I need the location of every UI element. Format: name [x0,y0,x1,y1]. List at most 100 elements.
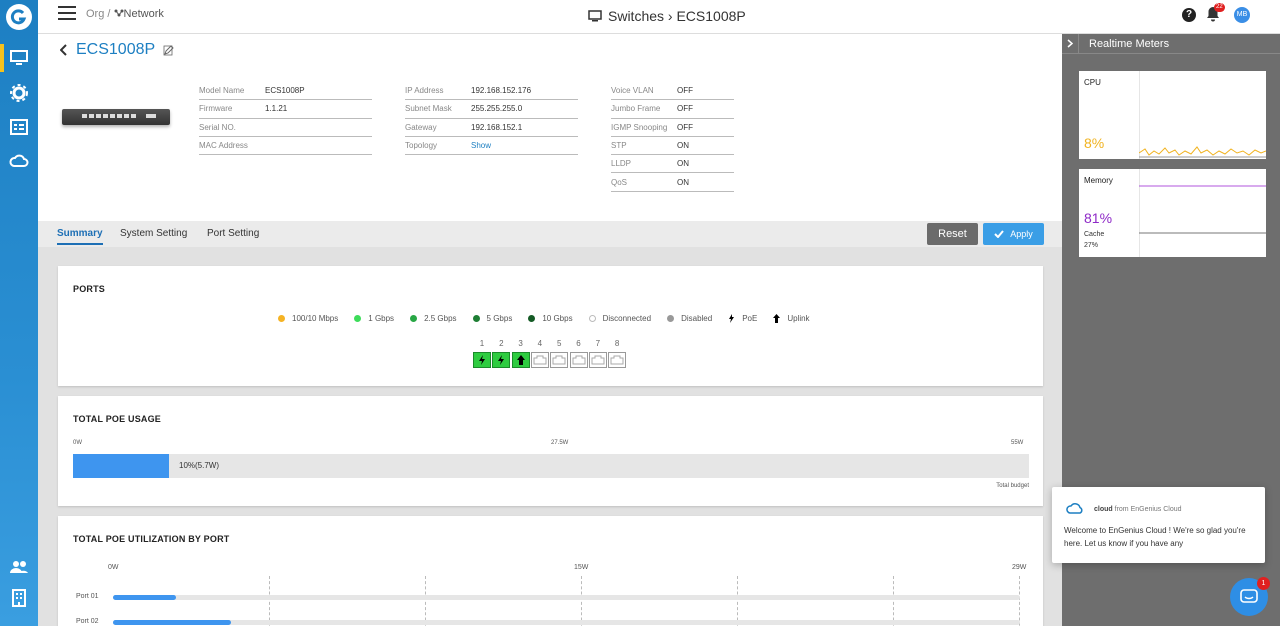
cache-value: 27% [1084,242,1099,249]
poe-by-port-card: TOTAL POE UTILIZATION BY PORT 0W 15W 29W… [58,516,1043,626]
cpu-meter: CPU 8% [1079,71,1266,159]
breadcrumb-org[interactable]: Org / [86,8,110,20]
info-row: Serial NO. [199,119,372,137]
poe-scale-mid: 27.5W [551,440,569,446]
info-column-2: IP Address 192.168.152.176 Subnet Mask 255.… [405,82,578,156]
chat-sender-name: cloud [1094,506,1113,513]
reset-button[interactable]: Reset [927,223,978,245]
info-value: ON [677,141,689,151]
port-number: 2 [499,339,504,348]
ethernet-port-icon [572,355,585,365]
port-5[interactable] [550,352,569,368]
page-title-text: Switches › ECS1008P [608,8,746,24]
info-row: MAC Address [199,137,372,156]
device-name: ECS1008P [76,41,156,58]
port-7[interactable] [588,352,607,368]
chat-launcher-button[interactable]: 1 [1230,577,1270,616]
ethernet-port-icon [591,355,605,365]
info-key: Gateway [405,122,437,132]
chat-popup[interactable]: cloud from EnGenius Cloud Welcome to EnG… [1052,487,1265,563]
user-avatar[interactable]: MB [1234,7,1250,23]
info-row: LLDP ON [611,155,734,174]
legend-label: 1 Gbps [368,314,395,323]
port-scale-max: 29W [1012,564,1027,571]
chat-badge: 1 [1257,577,1270,590]
info-column-3: Voice VLAN OFF Jumbo Frame OFF IGMP Snooping… [611,82,734,192]
info-value: 192.168.152.1 [471,122,523,132]
poe-by-port-title: TOTAL POE UTILIZATION BY PORT [73,534,230,544]
notification-bell-icon[interactable]: 22 [1206,3,1225,24]
port-row-label: Port 01 [76,593,99,600]
port-8[interactable] [608,352,627,368]
poe-bolt-icon [729,314,735,323]
port-row-track [113,595,1020,600]
cloud-network-icon[interactable] [0,148,38,176]
port-legend: 100/10 Mbps 1 Gbps 2.5 Gbps 5 Gbps 10 Gbps Di… [278,314,810,323]
info-row: Voice VLAN OFF [611,82,734,101]
legend-dot-icon [528,315,536,322]
poe-bolt-icon [498,355,505,365]
info-row: Model Name ECS1008P [199,82,372,101]
users-icon[interactable] [0,553,38,581]
legend-label: 2.5 Gbps [424,314,457,323]
gear-icon[interactable] [0,79,38,107]
info-key: Serial NO. [199,122,236,132]
tab-system-setting[interactable]: System Setting [120,228,187,239]
legend-label: Disabled [681,314,713,323]
info-row: QoS ON [611,173,734,192]
port-6[interactable] [569,352,588,368]
info-key: LLDP [611,159,632,169]
legend-item: 100/10 Mbps [278,314,338,323]
port-row-fill [113,595,176,600]
page-title: Switches › ECS1008P [588,8,746,24]
port-row-fill [113,620,231,625]
tab-port-setting[interactable]: Port Setting [207,228,259,239]
legend-item: 10 Gbps [528,314,573,323]
port-1[interactable] [473,352,491,368]
ports-card: PORTS 100/10 Mbps 1 Gbps 2.5 Gbps 5 Gbps 10 … [58,266,1043,386]
building-icon[interactable] [0,584,38,612]
memory-meter: Memory 81% Cache 27% [1079,169,1266,257]
info-column-1: Model Name ECS1008P Firmware 1.1.21 Serial N… [199,82,372,156]
port-4[interactable] [530,352,549,368]
apply-button[interactable]: Apply [983,223,1044,245]
edit-icon[interactable] [163,44,175,56]
legend-label: 5 Gbps [486,314,513,323]
port-number: 7 [595,339,601,348]
breadcrumb-network[interactable]: Network [124,8,164,20]
collapse-chevron-icon[interactable] [1062,33,1079,54]
poe-scale-max: 55W [1011,440,1024,446]
legend-item: Disconnected [588,314,651,323]
info-row: STP ON [611,137,734,156]
info-value: 255.255.255.0 [471,104,523,114]
info-value: ON [677,177,689,187]
total-budget-label: Total budget [996,483,1029,489]
engenius-logo-icon[interactable] [6,4,32,30]
tab-bar: Summary System Setting Port Setting Rese… [38,221,1062,247]
info-key: STP [611,141,627,151]
poe-usage-fill [73,454,169,478]
legend-item: 2.5 Gbps [410,314,457,323]
info-value[interactable]: Show [471,141,491,150]
uplink-arrow-icon [516,355,525,365]
port-2[interactable] [492,352,511,368]
hamburger-menu-icon[interactable] [58,6,76,20]
back-chevron-icon[interactable] [60,44,68,56]
monitor-icon [588,10,602,22]
content-area: PORTS 100/10 Mbps 1 Gbps 2.5 Gbps 5 Gbps 10 … [38,247,1062,626]
monitor-icon[interactable] [0,44,38,72]
info-key: Model Name [199,86,245,96]
info-row: Topology Show [405,137,578,156]
uplink-arrow-icon [773,314,781,323]
left-sidebar [0,0,38,626]
info-value: ON [677,159,689,169]
info-key: Firmware [199,104,233,114]
info-key: Voice VLAN [611,86,654,96]
info-row: Gateway 192.168.152.1 [405,119,578,137]
gridlines [113,576,1020,626]
port-3[interactable] [511,352,530,368]
help-icon[interactable]: ? [1182,8,1196,22]
list-icon[interactable] [0,113,38,141]
tab-summary[interactable]: Summary [57,228,103,245]
ports-card-title: PORTS [73,284,106,294]
